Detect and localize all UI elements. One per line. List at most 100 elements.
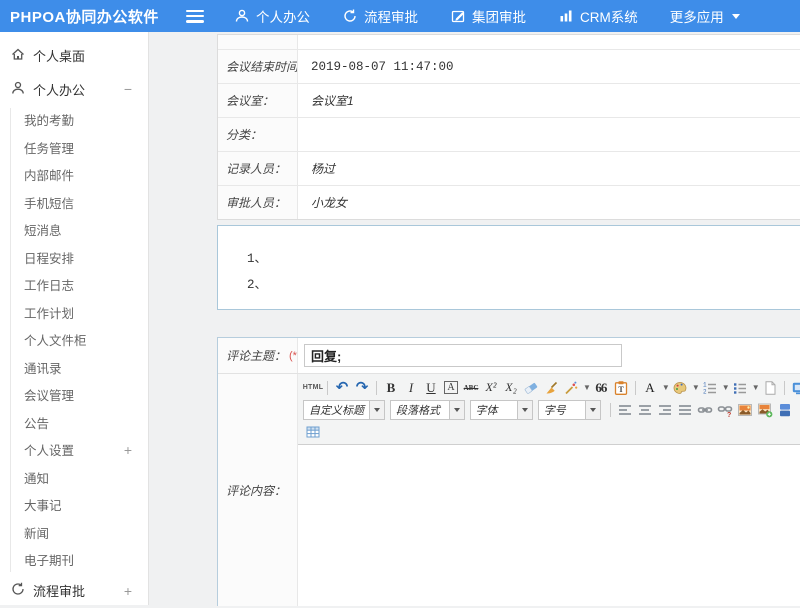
paragraph-format-dropdown[interactable]: 段落格式 — [390, 400, 465, 420]
sidebar-item-work-log[interactable]: 工作日志 — [0, 271, 148, 299]
blockquote-button[interactable]: 66 — [591, 379, 611, 397]
comment-content-editable-area[interactable] — [298, 445, 800, 606]
field-label: 会议室： — [218, 84, 298, 117]
insert-media-icon[interactable] — [775, 401, 795, 419]
undo-button[interactable]: ↶ — [332, 379, 352, 397]
insert-image-icon[interactable] — [735, 401, 755, 419]
paste-plain-text-icon[interactable]: T — [611, 379, 631, 397]
nav-crm-system[interactable]: CRM系统 — [558, 6, 638, 26]
minutes-line: 2、 — [247, 272, 800, 298]
app-logo: PHPOA协同办公软件 — [0, 6, 186, 27]
font-color-button[interactable]: A — [640, 379, 660, 397]
fullscreen-monitor-icon[interactable] — [789, 379, 800, 397]
process-cycle-icon — [342, 8, 358, 24]
nav-group-approval[interactable]: 集团审批 — [450, 6, 526, 26]
nav-label: 流程审批 — [364, 6, 418, 26]
meeting-minutes-box: 1、 2、 — [217, 225, 800, 310]
justify-icon[interactable] — [675, 401, 695, 419]
eraser-icon[interactable] — [521, 379, 541, 397]
underline-button[interactable]: U — [421, 379, 441, 397]
field-value: 杨过 — [298, 152, 800, 185]
field-value: 小龙女 — [298, 186, 800, 219]
sidebar-item-workflow-approval[interactable]: 流程审批 + — [0, 574, 148, 608]
bold-button[interactable]: B — [381, 379, 401, 397]
expand-plus-icon[interactable]: + — [124, 443, 132, 457]
sidebar-item-short-message[interactable]: 短消息 — [0, 216, 148, 244]
format-brush-icon[interactable] — [541, 379, 561, 397]
svg-text:2: 2 — [703, 388, 707, 395]
insert-table-icon[interactable] — [303, 423, 323, 441]
sidebar-submenu: 我的考勤 任务管理 内部邮件 手机短信 短消息 日程安排 工作日志 工作计划 个… — [0, 106, 148, 574]
collapse-minus-icon[interactable]: − — [124, 82, 132, 96]
svg-text:?: ? — [727, 412, 731, 418]
sidebar-item-meeting-management[interactable]: 会议管理 — [0, 381, 148, 409]
svg-text:1: 1 — [703, 381, 707, 388]
italic-button[interactable]: I — [401, 379, 421, 397]
editor-toolbar: HTML ↶ ↷ B I U A ABC X² X₂ — [298, 374, 800, 445]
sidebar-item-announcement[interactable]: 公告 — [0, 409, 148, 437]
insert-link-icon[interactable] — [695, 401, 715, 419]
top-nav: 个人办公 流程审批 集团审批 CRM系统 更多应用 — [234, 6, 740, 26]
sidebar-item-task-management[interactable]: 任务管理 — [0, 134, 148, 162]
sidebar-item-internal-mail[interactable]: 内部邮件 — [0, 161, 148, 189]
nav-label: CRM系统 — [580, 6, 638, 26]
unlink-icon[interactable]: ? — [715, 401, 735, 419]
sidebar-item-personal-settings[interactable]: 个人设置 + — [0, 436, 148, 464]
chevron-down-icon — [517, 401, 532, 419]
expand-plus-icon[interactable]: + — [124, 584, 132, 598]
font-family-dropdown[interactable]: 字体 — [470, 400, 533, 420]
table-row-partial — [218, 35, 800, 49]
nav-workflow-approval[interactable]: 流程审批 — [342, 6, 418, 26]
editor-toolbar-row-1: HTML ↶ ↷ B I U A ABC X² X₂ — [303, 377, 795, 398]
chevron-down-icon[interactable]: ▼ — [662, 383, 670, 392]
sidebar-item-major-events[interactable]: 大事记 — [0, 491, 148, 519]
hamburger-menu-icon[interactable] — [186, 10, 204, 23]
strikethrough-button[interactable]: ABC — [461, 379, 481, 397]
sidebar-item-personal-office[interactable]: 个人办公 − — [0, 72, 148, 106]
bullet-list-icon[interactable] — [730, 379, 750, 397]
comment-content-label: 评论内容： — [218, 374, 298, 606]
sidebar-item-work-plan[interactable]: 工作计划 — [0, 299, 148, 327]
upload-image-icon[interactable] — [755, 401, 775, 419]
chevron-down-icon[interactable]: ▼ — [692, 383, 700, 392]
sidebar-item-personal-desktop[interactable]: 个人桌面 — [0, 38, 148, 72]
toolbar-separator — [635, 381, 636, 395]
html-source-button[interactable]: HTML — [303, 379, 323, 397]
required-mark: (*) — [289, 350, 298, 362]
comment-subject-input[interactable] — [304, 344, 622, 367]
sidebar-item-e-journal[interactable]: 电子期刊 — [0, 546, 148, 574]
comment-content-row: 评论内容： HTML ↶ ↷ B I U A ABC X² — [218, 374, 800, 606]
auto-format-wand-icon[interactable] — [561, 379, 581, 397]
subscript-button[interactable]: X₂ — [501, 379, 521, 397]
nav-label: 更多应用 — [670, 6, 724, 26]
nav-more-apps[interactable]: 更多应用 — [670, 6, 740, 26]
field-label: 审批人员： — [218, 186, 298, 219]
heading-style-dropdown[interactable]: 自定义标题 — [303, 400, 385, 420]
sidebar-item-schedule[interactable]: 日程安排 — [0, 244, 148, 272]
ordered-list-icon[interactable]: 12 — [700, 379, 720, 397]
sidebar-item-sms[interactable]: 手机短信 — [0, 189, 148, 217]
align-left-icon[interactable] — [615, 401, 635, 419]
font-style-box-button[interactable]: A — [441, 379, 461, 397]
sidebar-item-news[interactable]: 新闻 — [0, 519, 148, 547]
table-row-category: 分类： — [218, 117, 800, 151]
sidebar-item-personal-files[interactable]: 个人文件柜 — [0, 326, 148, 354]
table-row-meeting-room: 会议室： 会议室1 — [218, 83, 800, 117]
chevron-down-icon[interactable]: ▼ — [752, 383, 760, 392]
sidebar-item-contacts[interactable]: 通讯录 — [0, 354, 148, 382]
superscript-button[interactable]: X² — [481, 379, 501, 397]
align-center-icon[interactable] — [635, 401, 655, 419]
home-icon — [10, 46, 26, 65]
chevron-down-icon — [732, 14, 740, 19]
highlight-palette-icon[interactable] — [670, 379, 690, 397]
redo-button[interactable]: ↷ — [352, 379, 372, 397]
nav-personal-office[interactable]: 个人办公 — [234, 6, 310, 26]
align-right-icon[interactable] — [655, 401, 675, 419]
sidebar-item-my-attendance[interactable]: 我的考勤 — [0, 106, 148, 134]
sidebar-item-notice[interactable]: 通知 — [0, 464, 148, 492]
font-size-dropdown[interactable]: 字号 — [538, 400, 601, 420]
chevron-down-icon[interactable]: ▼ — [583, 383, 591, 392]
new-page-icon[interactable] — [760, 379, 780, 397]
sidebar-item-label: 个人桌面 — [33, 46, 85, 65]
chevron-down-icon[interactable]: ▼ — [722, 383, 730, 392]
